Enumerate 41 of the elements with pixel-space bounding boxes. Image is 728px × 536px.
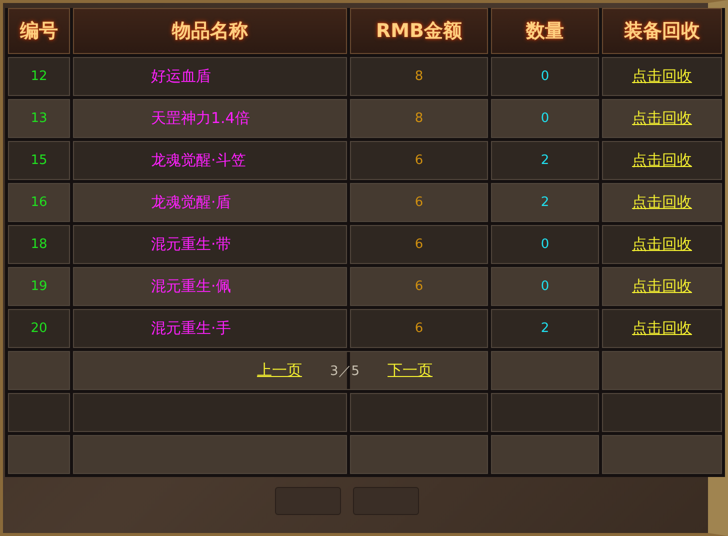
next-page-link[interactable]: 下一页 xyxy=(388,361,433,380)
table-cell: 19 xyxy=(8,267,70,306)
empty-table-cell xyxy=(8,393,70,432)
table-cell: 20 xyxy=(8,309,70,348)
column-header: 装备回收 xyxy=(602,8,722,54)
table-cell: 0 xyxy=(491,99,599,138)
page-indicator: 3／5 xyxy=(330,362,360,380)
table-cell: 13 xyxy=(8,99,70,138)
column-header: 物品名称 xyxy=(73,8,347,54)
table-cell: 6 xyxy=(350,267,488,306)
blank-button[interactable] xyxy=(274,487,340,515)
column-header: 数量 xyxy=(491,8,599,54)
table-cell: 15 xyxy=(8,141,70,180)
table-cell: 2 xyxy=(491,309,599,348)
table-cell: 2 xyxy=(491,183,599,222)
table-cell: 好运血盾 xyxy=(73,57,347,96)
table-cell: 0 xyxy=(491,225,599,264)
table-cell: 0 xyxy=(491,57,599,96)
column-header: 编号 xyxy=(8,8,70,54)
table-cell: 混元重生·手 xyxy=(73,309,347,348)
table-cell: 0 xyxy=(491,267,599,306)
empty-table-cell xyxy=(8,351,70,390)
table-cell: 6 xyxy=(350,309,488,348)
table-cell: 混元重生·佩 xyxy=(73,267,347,306)
table-cell: 龙魂觉醒·斗笠 xyxy=(73,141,347,180)
column-header: RMB金额 xyxy=(350,8,488,54)
table-cell: 8 xyxy=(350,99,488,138)
table-cell: 18 xyxy=(8,225,70,264)
table-cell: 6 xyxy=(350,183,488,222)
table-cell: 龙魂觉醒·盾 xyxy=(73,183,347,222)
table-cell: 6 xyxy=(350,225,488,264)
empty-table-cell xyxy=(8,435,70,474)
table-cell: 2 xyxy=(491,141,599,180)
table-cell: 混元重生·带 xyxy=(73,225,347,264)
table-cell: 16 xyxy=(8,183,70,222)
previous-page-link[interactable]: 上一页 xyxy=(257,361,302,380)
table-cell: 天罡神力1.4倍 xyxy=(73,99,347,138)
table-cell: 8 xyxy=(350,57,488,96)
table-cell: 6 xyxy=(350,141,488,180)
table-cell: 12 xyxy=(8,57,70,96)
blank-button[interactable] xyxy=(352,487,418,515)
